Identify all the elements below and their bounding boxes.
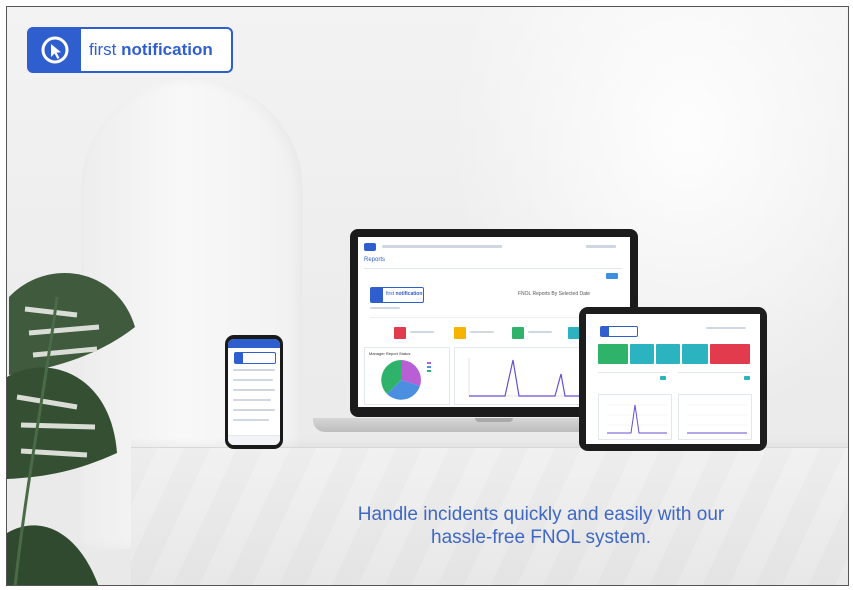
brand-name-regular: first: [89, 40, 117, 59]
laptop-nav-bar: [382, 245, 502, 248]
laptop-report-logo: first notification: [370, 287, 424, 303]
brand-name-bold: notification: [121, 40, 213, 59]
phone-tab-bar[interactable]: [228, 435, 280, 445]
laptop-nav-logo: [364, 243, 376, 251]
brand-logo[interactable]: first notification: [27, 27, 233, 73]
laptop-notch: [475, 418, 513, 422]
tablet-logo: [600, 326, 638, 337]
first-notification-logo-icon: [29, 29, 81, 71]
laptop-stat-tile-1[interactable]: [394, 327, 406, 339]
tablet-button-2[interactable]: [744, 376, 750, 380]
phone-list-line-1: [233, 369, 275, 371]
laptop-pie-widget: Manager Report Status: [364, 347, 450, 405]
tablet: [579, 307, 767, 451]
laptop-report-title: FNOL Reports By Selected Date: [518, 291, 591, 297]
tablet-button-1[interactable]: [660, 376, 666, 380]
tablet-stat-tile-4[interactable]: [682, 344, 708, 364]
laptop-stat-label-3: [528, 331, 552, 333]
phone-header: [228, 339, 280, 348]
tagline: Handle incidents quickly and easily with…: [301, 503, 781, 549]
laptop-subtitle-bar: [370, 307, 400, 309]
monstera-leaf-icon: [7, 273, 135, 585]
phone-list-line-6: [233, 419, 269, 421]
laptop-nav-right: [586, 245, 616, 248]
phone-list-line-4: [233, 399, 271, 401]
laptop-pie-chart: [381, 360, 431, 400]
smartphone: [225, 335, 283, 449]
laptop-stat-label-1: [410, 331, 434, 333]
tablet-display: [586, 314, 760, 444]
tablet-stat-tile-3[interactable]: [656, 344, 680, 364]
tablet-row-line-1: [598, 372, 668, 373]
tagline-line-1: Handle incidents quickly and easily with…: [357, 504, 725, 525]
tablet-header-text: [706, 327, 746, 329]
tablet-stat-tile-1[interactable]: [598, 344, 628, 364]
laptop-stat-tile-3[interactable]: [512, 327, 524, 339]
laptop-action-button[interactable]: [606, 273, 618, 279]
phone-display: [228, 339, 280, 445]
tablet-line-chart-1: [598, 394, 672, 440]
phone-list-line-5: [233, 409, 275, 411]
brand-name: first notification: [89, 40, 213, 60]
hero-banner: first notification Reports first notific…: [6, 6, 849, 586]
phone-list-line-2: [233, 379, 273, 381]
tablet-stat-tile-2[interactable]: [630, 344, 654, 364]
phone-logo: [234, 352, 276, 364]
tablet-row-line-2: [678, 372, 750, 373]
phone-list-line-3: [233, 389, 275, 391]
laptop-stat-label-2: [470, 331, 494, 333]
laptop-stat-tile-2[interactable]: [454, 327, 466, 339]
laptop-page-title: Reports: [364, 257, 386, 263]
tablet-stat-tile-5[interactable]: [710, 344, 750, 364]
tablet-line-chart-2: [678, 394, 752, 440]
tagline-line-2: hassle-free FNOL system.: [431, 527, 651, 548]
laptop-divider: [364, 268, 622, 269]
laptop-report-logo-text: first notification: [386, 291, 423, 297]
